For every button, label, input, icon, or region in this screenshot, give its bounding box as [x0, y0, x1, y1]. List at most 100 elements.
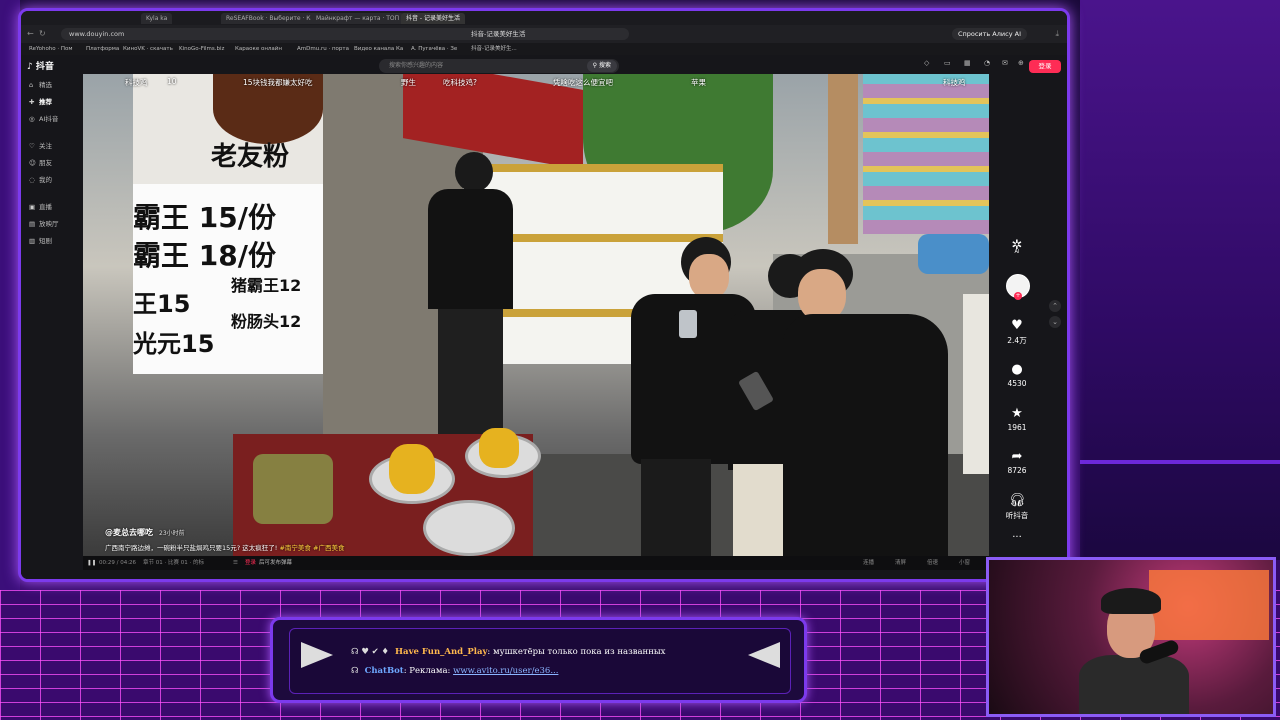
bookmark[interactable]: Караоке онлайн	[235, 44, 282, 54]
browser-window: Kyla ka ReSEAFBook · Выберите · Камера М…	[18, 8, 1070, 582]
topic-item[interactable]: 科技鸡	[125, 77, 148, 88]
ai-summary-button[interactable]: ✲ AI	[989, 239, 1045, 256]
chevron-down-icon[interactable]: ⌄	[1049, 316, 1061, 328]
autoplay-toggle[interactable]: 连播	[863, 557, 874, 569]
douyin-logo[interactable]: ♪ 抖音	[27, 59, 54, 72]
sign-line: 王15	[133, 290, 191, 318]
description-text: 广西南宁路边摊，一碗粉半只盐焗鸡只要15元? 这太疯狂了!	[105, 544, 278, 552]
browser-tab-active[interactable]: 抖音 - 记录美好生活	[401, 13, 465, 24]
author-avatar[interactable]: +	[1006, 274, 1030, 300]
login-button[interactable]: 登录	[1029, 60, 1061, 73]
alice-ai-button[interactable]: Спросить Алису AI	[951, 28, 1027, 40]
douyin-sidebar: ♪ 抖音 ⌂ 精选 ✚ 推荐 ◎ AI抖音 ♡ 关注 ☺ 朋友 ◌ 我的 ▣ 直播 ▤ 放映厅 …	[21, 55, 81, 579]
bookmark[interactable]: Видео канала Ка	[354, 44, 403, 54]
topic-item[interactable]: 凭啥吃这么便宜吧	[553, 77, 613, 88]
message-icon[interactable]: ✉	[1002, 59, 1008, 67]
streamer-hair	[1101, 588, 1161, 614]
video-author[interactable]: @麦总去哪吃 23小时前	[105, 527, 185, 538]
tiktok-logo-icon: ♪	[27, 62, 33, 72]
bystander	[963, 294, 989, 474]
danmaku-login-link[interactable]: 登录	[245, 557, 256, 569]
bookmark[interactable]: KinoGo-Films.biz	[179, 44, 224, 54]
more-button[interactable]: ···	[989, 530, 1045, 543]
upload-icon[interactable]: ⊕	[1018, 59, 1024, 67]
diamond-icon[interactable]: ◇	[924, 59, 929, 67]
danmaku-hint[interactable]: 后可发布弹幕	[259, 557, 292, 569]
like-button[interactable]: ♥ 2.4万	[989, 319, 1045, 346]
video-description: 广西南宁路边摊，一碗粉半只盐焗鸡只要15元? 这太疯狂了! #南宁美食 #广西美…	[105, 542, 344, 552]
nav-item-short-drama[interactable]: ▥ 短剧	[29, 235, 52, 245]
nav-label: 我的	[39, 176, 52, 184]
browser-tab[interactable]: Kyla ka	[141, 13, 173, 24]
comment-icon: ●	[1011, 362, 1023, 377]
chevron-up-icon[interactable]: ⌃	[1049, 300, 1061, 312]
salt-baked-chicken	[389, 444, 435, 494]
topic-item[interactable]: 15块钱我都嫌太好吃	[243, 77, 313, 88]
follow-plus-icon[interactable]: +	[1014, 292, 1022, 300]
nav-item-featured[interactable]: ⌂ 精选	[29, 79, 52, 89]
topic-item[interactable]: 苹果	[691, 77, 706, 88]
topic-item[interactable]: 科技鸡	[943, 77, 966, 88]
search-button[interactable]: ⚲ 搜索	[586, 60, 617, 72]
nav-item-live[interactable]: ▣ 直播	[29, 201, 52, 211]
client-icon[interactable]: ▭	[944, 59, 951, 67]
bookmark[interactable]: ReYohoho · Пом	[29, 44, 73, 54]
listen-button[interactable]: 🎧︎ 听抖音	[989, 494, 1045, 521]
download-icon[interactable]: ⤓	[1055, 28, 1059, 40]
browser-tab[interactable]: Майнкрафт — карта · ТОП	[311, 13, 405, 24]
bookmark[interactable]: Платформа	[86, 44, 119, 54]
share-button[interactable]: ➦ 8726	[989, 450, 1045, 476]
clear-screen-button[interactable]: 清屏	[895, 557, 906, 569]
bell-icon[interactable]: ◔	[984, 59, 990, 67]
chat-username[interactable]: ChatBot	[365, 666, 404, 676]
chat-text: : мушкетёры только пока из названных	[487, 647, 666, 657]
comment-button[interactable]: ● 4530	[989, 362, 1045, 389]
video-player[interactable]: 老友粉 霸王 15/份 霸王 18/份 王15 猪霸王12 光元15 粉肠头12	[83, 74, 989, 556]
bookmark[interactable]: КиноVK · скачать	[123, 44, 173, 54]
search-button-label: 搜索	[598, 62, 611, 69]
hashtag[interactable]: #广西美食	[313, 544, 344, 552]
nav-item-mine[interactable]: ◌ 我的	[29, 174, 52, 184]
nav-item-ai-douyin[interactable]: ◎ AI抖音	[29, 113, 58, 123]
chat-link[interactable]: www.avito.ru/user/e36...	[453, 666, 558, 676]
bookmark[interactable]: 抖音-记录美好生...	[471, 44, 517, 54]
user-badges-icon: ☊ ♥ ✔ ♦	[351, 647, 390, 657]
overlay-left-edge	[0, 0, 20, 600]
heart-icon: ♥	[1011, 318, 1023, 333]
bookmark[interactable]: AmDmu.ru · порта	[297, 44, 349, 54]
nav-item-friends[interactable]: ☺ 朋友	[29, 157, 52, 167]
right-arrow-decoration-icon	[748, 642, 780, 668]
danmaku-icon[interactable]: ☰	[233, 557, 238, 569]
salt-baked-chicken	[479, 428, 519, 468]
speed-button[interactable]: 倍速	[927, 557, 938, 569]
chat-username[interactable]: Have Fun_And_Play	[395, 647, 487, 657]
url-field[interactable]: www.douyin.com	[61, 28, 629, 40]
like-count: 2.4万	[1007, 336, 1027, 345]
nav-item-recommend[interactable]: ✚ 推荐	[29, 96, 52, 106]
search-input[interactable]: 搜索你感兴趣的内容	[389, 59, 443, 73]
favorite-button[interactable]: ★ 1961	[989, 407, 1045, 433]
ai-label: AI	[1014, 249, 1020, 255]
bookmark[interactable]: А. Пугачёва · Зе	[411, 44, 457, 54]
wallpaper-icon[interactable]: ▦	[964, 59, 971, 67]
bot-badge-icon: ☊	[351, 666, 359, 676]
nav-item-cinema[interactable]: ▤ 放映厅	[29, 218, 59, 228]
author-name[interactable]: @麦总去哪吃	[105, 528, 153, 537]
pause-icon[interactable]: ❚❚	[87, 557, 96, 569]
live-icon: ▣	[29, 203, 36, 211]
nav-label: 精选	[39, 81, 52, 89]
sign-line: 霸王 18/份	[133, 239, 276, 272]
bookmarks-bar: ReYohoho · Пом Платформа КиноVK · скачат…	[21, 43, 1067, 55]
douyin-search[interactable]: 搜索你感兴趣的内容 ⚲ 搜索	[379, 59, 619, 73]
mini-window-button[interactable]: 小窗	[959, 557, 970, 569]
topic-item[interactable]: 野生	[401, 77, 416, 88]
topic-item[interactable]: 10	[167, 77, 177, 86]
back-icon[interactable]: ←	[27, 28, 34, 40]
nav-item-following[interactable]: ♡ 关注	[29, 140, 52, 150]
hashtag[interactable]: #南宁美食	[279, 544, 310, 552]
reload-icon[interactable]: ↻	[39, 28, 46, 40]
chat-message: ☊ ChatBot: Реклама: www.avito.ru/user/e36…	[351, 666, 558, 676]
browser-tab-strip: Kyla ka ReSEAFBook · Выберите · Камера М…	[21, 11, 1067, 25]
topic-item[interactable]: 吃科技鸡?	[443, 77, 477, 88]
friends-icon: ☺	[29, 159, 36, 167]
